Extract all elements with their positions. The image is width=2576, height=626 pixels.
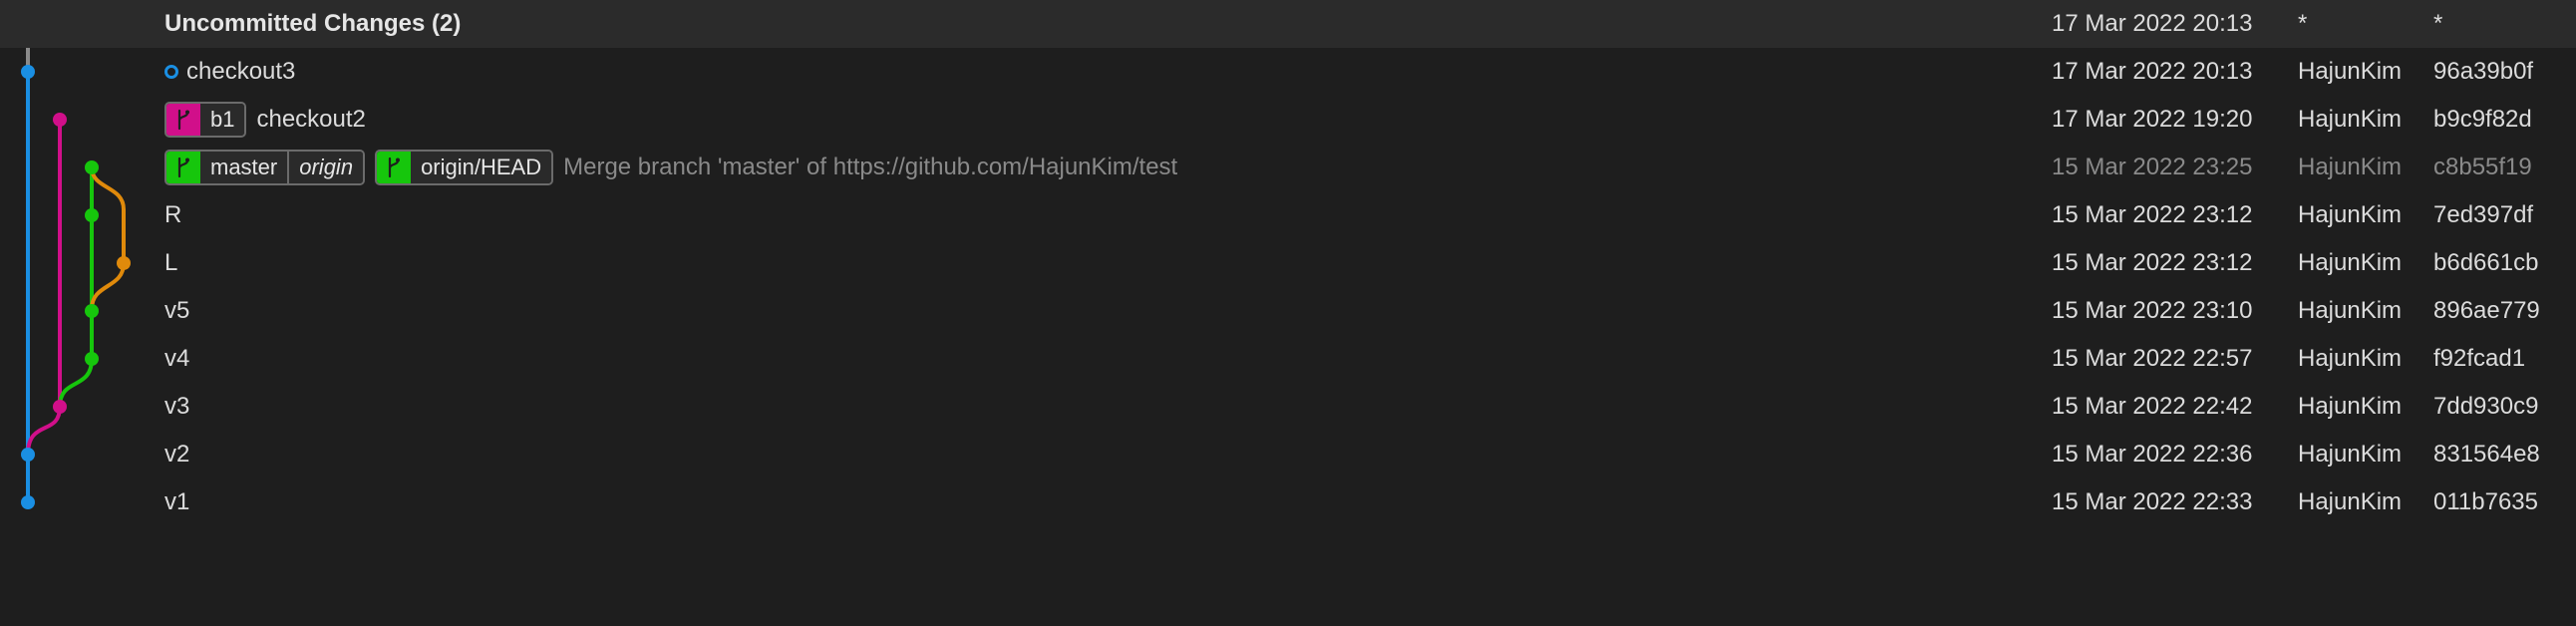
- commit-author: HajunKim: [2298, 488, 2403, 515]
- commit-date: 17 Mar 2022 19:20: [2052, 106, 2253, 133]
- commit-author: HajunKim: [2298, 393, 2403, 420]
- commit-hash: b6d661cb: [2433, 249, 2539, 276]
- branch-name: master: [200, 152, 288, 183]
- commit-description: v2: [164, 431, 189, 478]
- commit-description: R: [164, 191, 181, 239]
- head-indicator-icon: [164, 65, 178, 79]
- commit-message: L: [164, 249, 178, 276]
- commit-author: HajunKim: [2298, 154, 2403, 180]
- commit-author: HajunKim: [2298, 106, 2403, 133]
- commit-date: 15 Mar 2022 23:12: [2052, 201, 2253, 228]
- commit-author: HajunKim: [2298, 441, 2403, 468]
- commit-row-uncommitted[interactable]: Uncommitted Changes (2) 17 Mar 2022 20:1…: [0, 0, 2576, 48]
- commit-author: HajunKim: [2298, 249, 2403, 276]
- branch-icon: [166, 152, 200, 183]
- commit-description: b1 checkout2: [164, 96, 366, 144]
- commit-description: Uncommitted Changes (2): [164, 0, 461, 48]
- commit-message: checkout3: [186, 58, 296, 85]
- commit-description: v1: [164, 478, 189, 526]
- commit-hash: *: [2433, 10, 2443, 37]
- commit-author: HajunKim: [2298, 297, 2403, 324]
- git-graph-view: Uncommitted Changes (2) 17 Mar 2022 20:1…: [0, 0, 2576, 626]
- branch-name: origin/HEAD: [411, 152, 552, 183]
- commit-message: checkout2: [256, 106, 366, 133]
- commit-row[interactable]: v3 15 Mar 2022 22:42 HajunKim 7dd930c9: [0, 383, 2576, 431]
- commit-description: v5: [164, 287, 189, 335]
- branch-label-master[interactable]: master origin: [164, 150, 366, 185]
- commit-hash: 011b7635: [2433, 488, 2538, 515]
- commit-message: v2: [164, 441, 190, 468]
- commit-date: 15 Mar 2022 22:33: [2052, 488, 2253, 515]
- commit-row[interactable]: R 15 Mar 2022 23:12 HajunKim 7ed397df: [0, 191, 2576, 239]
- commit-row[interactable]: L 15 Mar 2022 23:12 HajunKim b6d661cb: [0, 239, 2576, 287]
- commit-author: HajunKim: [2298, 58, 2403, 85]
- commit-date: 17 Mar 2022 20:13: [2052, 58, 2253, 85]
- commit-message: R: [164, 201, 182, 228]
- commit-hash: 896ae779: [2433, 297, 2540, 324]
- commit-description: master origin origin/HEAD Merge branch '…: [164, 144, 1177, 191]
- commit-hash: f92fcad1: [2433, 345, 2526, 372]
- commit-message: Merge branch 'master' of https://github.…: [563, 154, 1178, 180]
- commit-message: Uncommitted Changes (2): [164, 10, 462, 37]
- branch-icon: [166, 104, 200, 136]
- commit-author: HajunKim: [2298, 201, 2403, 228]
- commit-date: 15 Mar 2022 22:57: [2052, 345, 2253, 372]
- commit-row[interactable]: v5 15 Mar 2022 23:10 HajunKim 896ae779: [0, 287, 2576, 335]
- commit-description: checkout3: [164, 48, 295, 96]
- commit-hash: 831564e8: [2433, 441, 2540, 468]
- commit-message: v4: [164, 345, 190, 372]
- commit-date: 17 Mar 2022 20:13: [2052, 10, 2253, 37]
- commit-row[interactable]: checkout3 17 Mar 2022 20:13 HajunKim 96a…: [0, 48, 2576, 96]
- commit-message: v1: [164, 488, 190, 515]
- commit-message: v5: [164, 297, 190, 324]
- commit-message: v3: [164, 393, 190, 420]
- commit-description: L: [164, 239, 177, 287]
- commit-row[interactable]: v4 15 Mar 2022 22:57 HajunKim f92fcad1: [0, 335, 2576, 383]
- commit-author: *: [2298, 10, 2308, 37]
- commit-row[interactable]: master origin origin/HEAD Merge branch '…: [0, 144, 2576, 191]
- commit-hash: 7dd930c9: [2433, 393, 2539, 420]
- branch-name: b1: [200, 104, 245, 136]
- commit-row[interactable]: v1 15 Mar 2022 22:33 HajunKim 011b7635: [0, 478, 2576, 526]
- branch-label-b1[interactable]: b1: [164, 102, 247, 138]
- remote-name: origin: [287, 152, 364, 183]
- commit-row[interactable]: v2 15 Mar 2022 22:36 HajunKim 831564e8: [0, 431, 2576, 478]
- commit-date: 15 Mar 2022 22:42: [2052, 393, 2253, 420]
- commit-hash: c8b55f19: [2433, 154, 2532, 180]
- commit-date: 15 Mar 2022 22:36: [2052, 441, 2253, 468]
- commit-hash: 7ed397df: [2433, 201, 2534, 228]
- commit-hash: b9c9f82d: [2433, 106, 2532, 133]
- branch-label-origin-head[interactable]: origin/HEAD: [375, 150, 554, 185]
- commit-date: 15 Mar 2022 23:10: [2052, 297, 2253, 324]
- commit-description: v3: [164, 383, 189, 431]
- commit-row[interactable]: b1 checkout2 17 Mar 2022 19:20 HajunKim …: [0, 96, 2576, 144]
- commit-author: HajunKim: [2298, 345, 2403, 372]
- commit-hash: 96a39b0f: [2433, 58, 2534, 85]
- branch-icon: [377, 152, 412, 183]
- commit-date: 15 Mar 2022 23:12: [2052, 249, 2253, 276]
- commit-date: 15 Mar 2022 23:25: [2052, 154, 2253, 180]
- commit-description: v4: [164, 335, 189, 383]
